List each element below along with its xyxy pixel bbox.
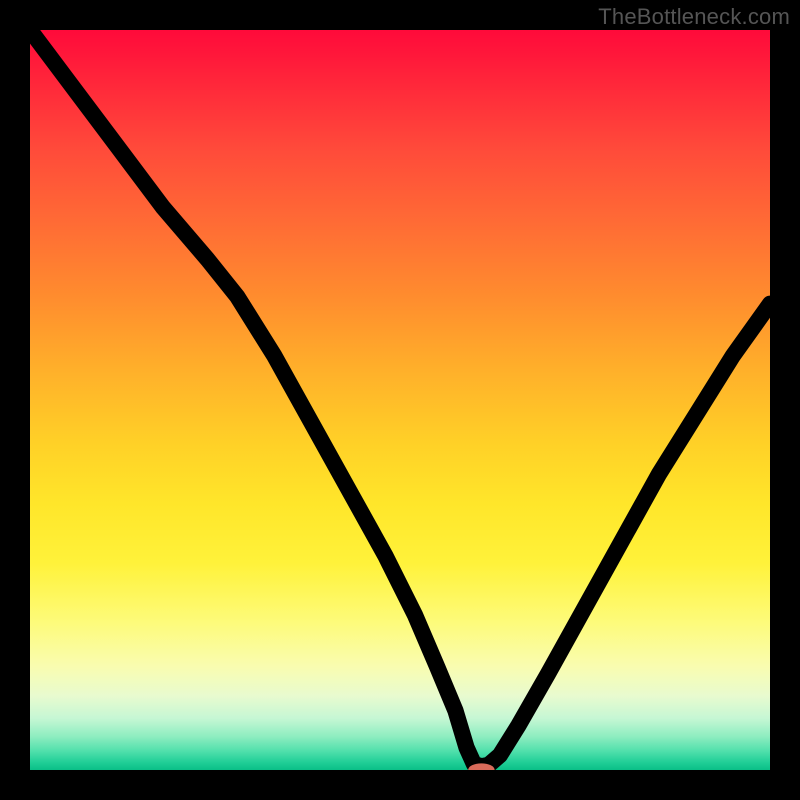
plot-area [30, 30, 770, 770]
curve-svg [30, 30, 770, 770]
chart-frame: TheBottleneck.com [0, 0, 800, 800]
bottleneck-curve [30, 30, 770, 766]
watermark-text: TheBottleneck.com [598, 4, 790, 30]
